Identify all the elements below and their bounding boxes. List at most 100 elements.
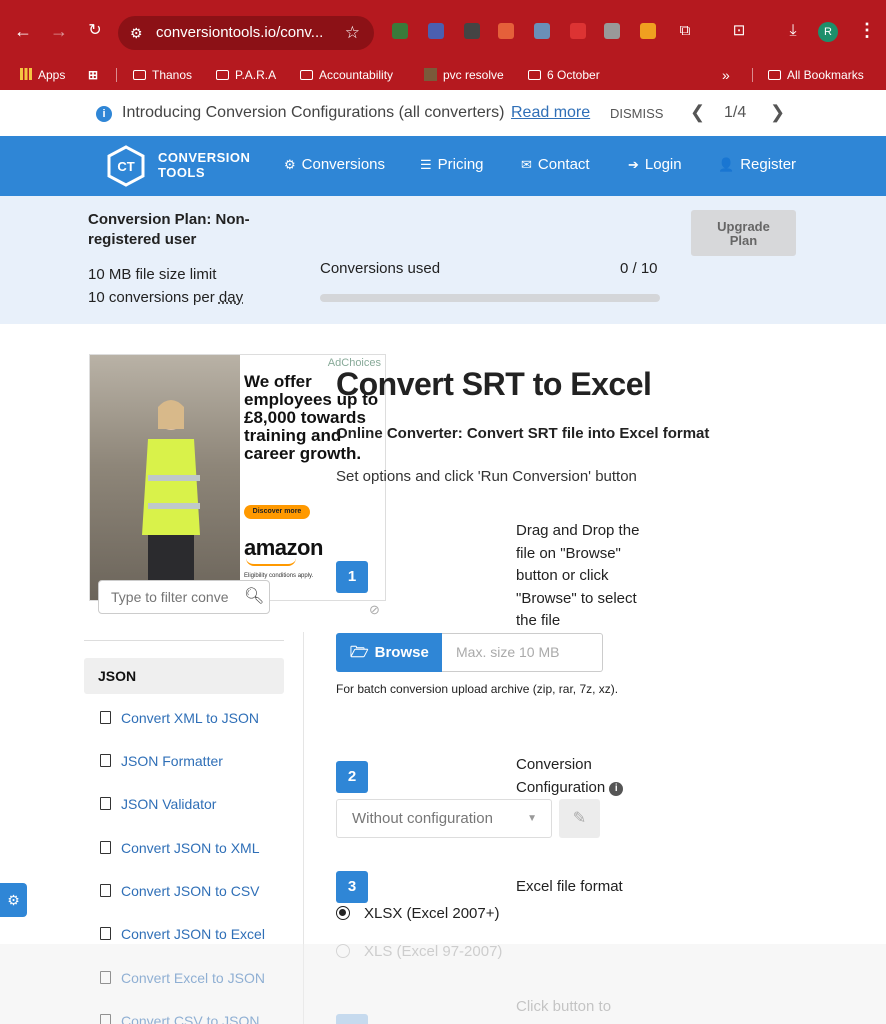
- envelope-icon: ✉: [521, 157, 532, 172]
- file-name-field[interactable]: Max. size 10 MB: [442, 633, 603, 672]
- code-file-icon: [100, 841, 111, 854]
- extension-icon[interactable]: [534, 23, 550, 39]
- sidebar-link[interactable]: Convert JSON to Excel: [100, 926, 265, 942]
- bookmark-apps[interactable]: Apps: [20, 66, 65, 84]
- ad-terms: Eligibility conditions apply.: [244, 573, 314, 579]
- page-title: Convert SRT to Excel: [336, 366, 652, 402]
- info-icon[interactable]: i: [609, 781, 624, 796]
- page-subtitle: Online Converter: Convert SRT file into …: [336, 425, 710, 442]
- bookmark-all-bookmarks[interactable]: All Bookmarks: [768, 66, 864, 84]
- logo-text[interactable]: CONVERSION TOOLS: [158, 150, 250, 180]
- sidebar-link[interactable]: Convert JSON to XML: [100, 840, 260, 856]
- ad-photo: [90, 355, 240, 600]
- announcement-pager: 1/4: [724, 104, 747, 121]
- site-header: CT CONVERSION TOOLS ⚙ Conversions ☰ Pricin…: [0, 136, 886, 196]
- nav-pricing[interactable]: ☰ Pricing: [420, 156, 484, 173]
- code-file-icon: [100, 927, 111, 940]
- browser-toolbar: ← → ↻ ⚙ conversiontools.io/conv... ☆ ⧉ ⊡…: [0, 0, 886, 60]
- login-icon: ➔: [628, 157, 639, 172]
- favicon: [424, 68, 437, 81]
- step-2-badge: 2: [336, 761, 368, 793]
- bookmarks-overflow[interactable]: »: [722, 66, 730, 84]
- back-arrow-icon[interactable]: ←: [12, 20, 34, 42]
- extension-icon[interactable]: [498, 23, 514, 39]
- folder-icon: [216, 70, 229, 80]
- bookmark-grid-icon[interactable]: ⊞: [88, 66, 98, 84]
- extension-icon[interactable]: [640, 23, 656, 39]
- address-bar[interactable]: ⚙ conversiontools.io/conv... ☆: [118, 16, 374, 50]
- extension-icon[interactable]: [570, 23, 586, 39]
- browser-menu-icon[interactable]: ⋮: [858, 20, 876, 41]
- bookmark-6-october[interactable]: 6 October: [528, 66, 600, 84]
- sidebar-link[interactable]: JSON Validator: [100, 796, 216, 812]
- pencil-icon: ✎: [572, 810, 587, 827]
- sidebar-link[interactable]: Convert XML to JSON: [100, 710, 259, 726]
- svg-text:CT: CT: [117, 159, 134, 174]
- bookmark-pvc-resolve[interactable]: pvc resolve: [424, 66, 504, 84]
- caret-down-icon: ▼: [527, 813, 537, 824]
- conversions-progress-bar: [320, 294, 660, 302]
- folder-icon: [133, 70, 146, 80]
- announcement-bar: i Introducing Conversion Configurations …: [0, 90, 886, 136]
- upgrade-plan-button[interactable]: Upgrade Plan: [691, 210, 796, 256]
- sidebar-link[interactable]: JSON Formatter: [100, 753, 223, 769]
- step-3-text: Excel file format: [516, 878, 623, 895]
- dismiss-button[interactable]: DISMISS: [610, 106, 663, 121]
- nav-conversions[interactable]: ⚙ Conversions: [284, 156, 385, 173]
- browse-button[interactable]: 🗁 Browse: [336, 633, 442, 672]
- code-file-icon: [100, 797, 111, 810]
- radio-xlsx[interactable]: XLSX (Excel 2007+): [336, 905, 500, 922]
- folder-open-icon: 🗁: [350, 644, 369, 661]
- configuration-select[interactable]: Without configuration ▼: [336, 799, 552, 838]
- screenshot-icon[interactable]: ⊡: [728, 20, 750, 42]
- settings-gear-icon[interactable]: ⚙: [0, 883, 27, 917]
- bookmarks-bar: Apps ⊞ Thanos P.A.R.A Accountability pvc…: [0, 60, 886, 90]
- extension-icon[interactable]: [428, 23, 444, 39]
- plan-file-limit: 10 MB file size limit: [88, 266, 217, 283]
- code-file-icon: [100, 754, 111, 767]
- apps-grid-icon: [20, 68, 32, 80]
- sidebar-category-json[interactable]: JSON: [84, 658, 284, 694]
- gears-icon: ⚙: [284, 157, 296, 172]
- ad-close-icon[interactable]: ⊘: [369, 602, 380, 618]
- folder-icon: [528, 70, 541, 80]
- bookmark-accountability[interactable]: Accountability: [300, 66, 393, 84]
- nav-register[interactable]: 👤 Register: [718, 156, 796, 173]
- profile-avatar[interactable]: R: [818, 22, 838, 42]
- ad-brand-smile: [246, 558, 296, 566]
- reload-icon[interactable]: ↻: [84, 20, 106, 42]
- extensions-puzzle-icon[interactable]: ⧉: [674, 20, 696, 42]
- plan-daily-limit: 10 conversions per day: [88, 289, 244, 306]
- forward-arrow-icon[interactable]: →: [48, 20, 70, 42]
- radio-button[interactable]: [336, 906, 350, 920]
- extension-icon[interactable]: [604, 23, 620, 39]
- extension-icon[interactable]: [392, 23, 408, 39]
- bookmark-thanos[interactable]: Thanos: [133, 66, 192, 84]
- conversions-used-label: Conversions used: [320, 260, 441, 277]
- code-file-icon: [100, 884, 111, 897]
- step-2-text: Conversion Configuration i: [516, 754, 646, 799]
- list-icon: ☰: [420, 157, 432, 172]
- url-text: conversiontools.io/conv...: [156, 24, 324, 41]
- bookmark-star-icon[interactable]: ☆: [345, 16, 360, 50]
- chevron-left-icon[interactable]: ❮: [690, 102, 705, 123]
- nav-contact[interactable]: ✉ Contact: [521, 156, 590, 173]
- edit-configuration-button[interactable]: ✎: [559, 799, 600, 838]
- sidebar-link[interactable]: Convert JSON to CSV: [100, 883, 260, 899]
- download-icon[interactable]: ⤓: [782, 20, 804, 42]
- bookmark-para[interactable]: P.A.R.A: [216, 66, 276, 84]
- read-more-link[interactable]: Read more: [511, 104, 590, 122]
- user-plus-icon: 👤: [718, 157, 735, 172]
- extension-icon[interactable]: [464, 23, 480, 39]
- conversions-used-count: 0 / 10: [620, 260, 658, 277]
- folder-icon: [768, 70, 781, 80]
- bookmark-separator: [116, 68, 117, 82]
- logo-icon[interactable]: CT: [104, 144, 148, 188]
- announcement-text: Introducing Conversion Configurations (a…: [122, 104, 505, 121]
- search-icon[interactable]: 🔍︎: [244, 586, 264, 606]
- sidebar-divider: [84, 640, 284, 641]
- site-settings-icon[interactable]: ⚙: [130, 16, 143, 50]
- chevron-right-icon[interactable]: ❯: [770, 102, 785, 123]
- ad-cta-button[interactable]: Discover more: [244, 505, 310, 519]
- nav-login[interactable]: ➔ Login: [628, 156, 682, 173]
